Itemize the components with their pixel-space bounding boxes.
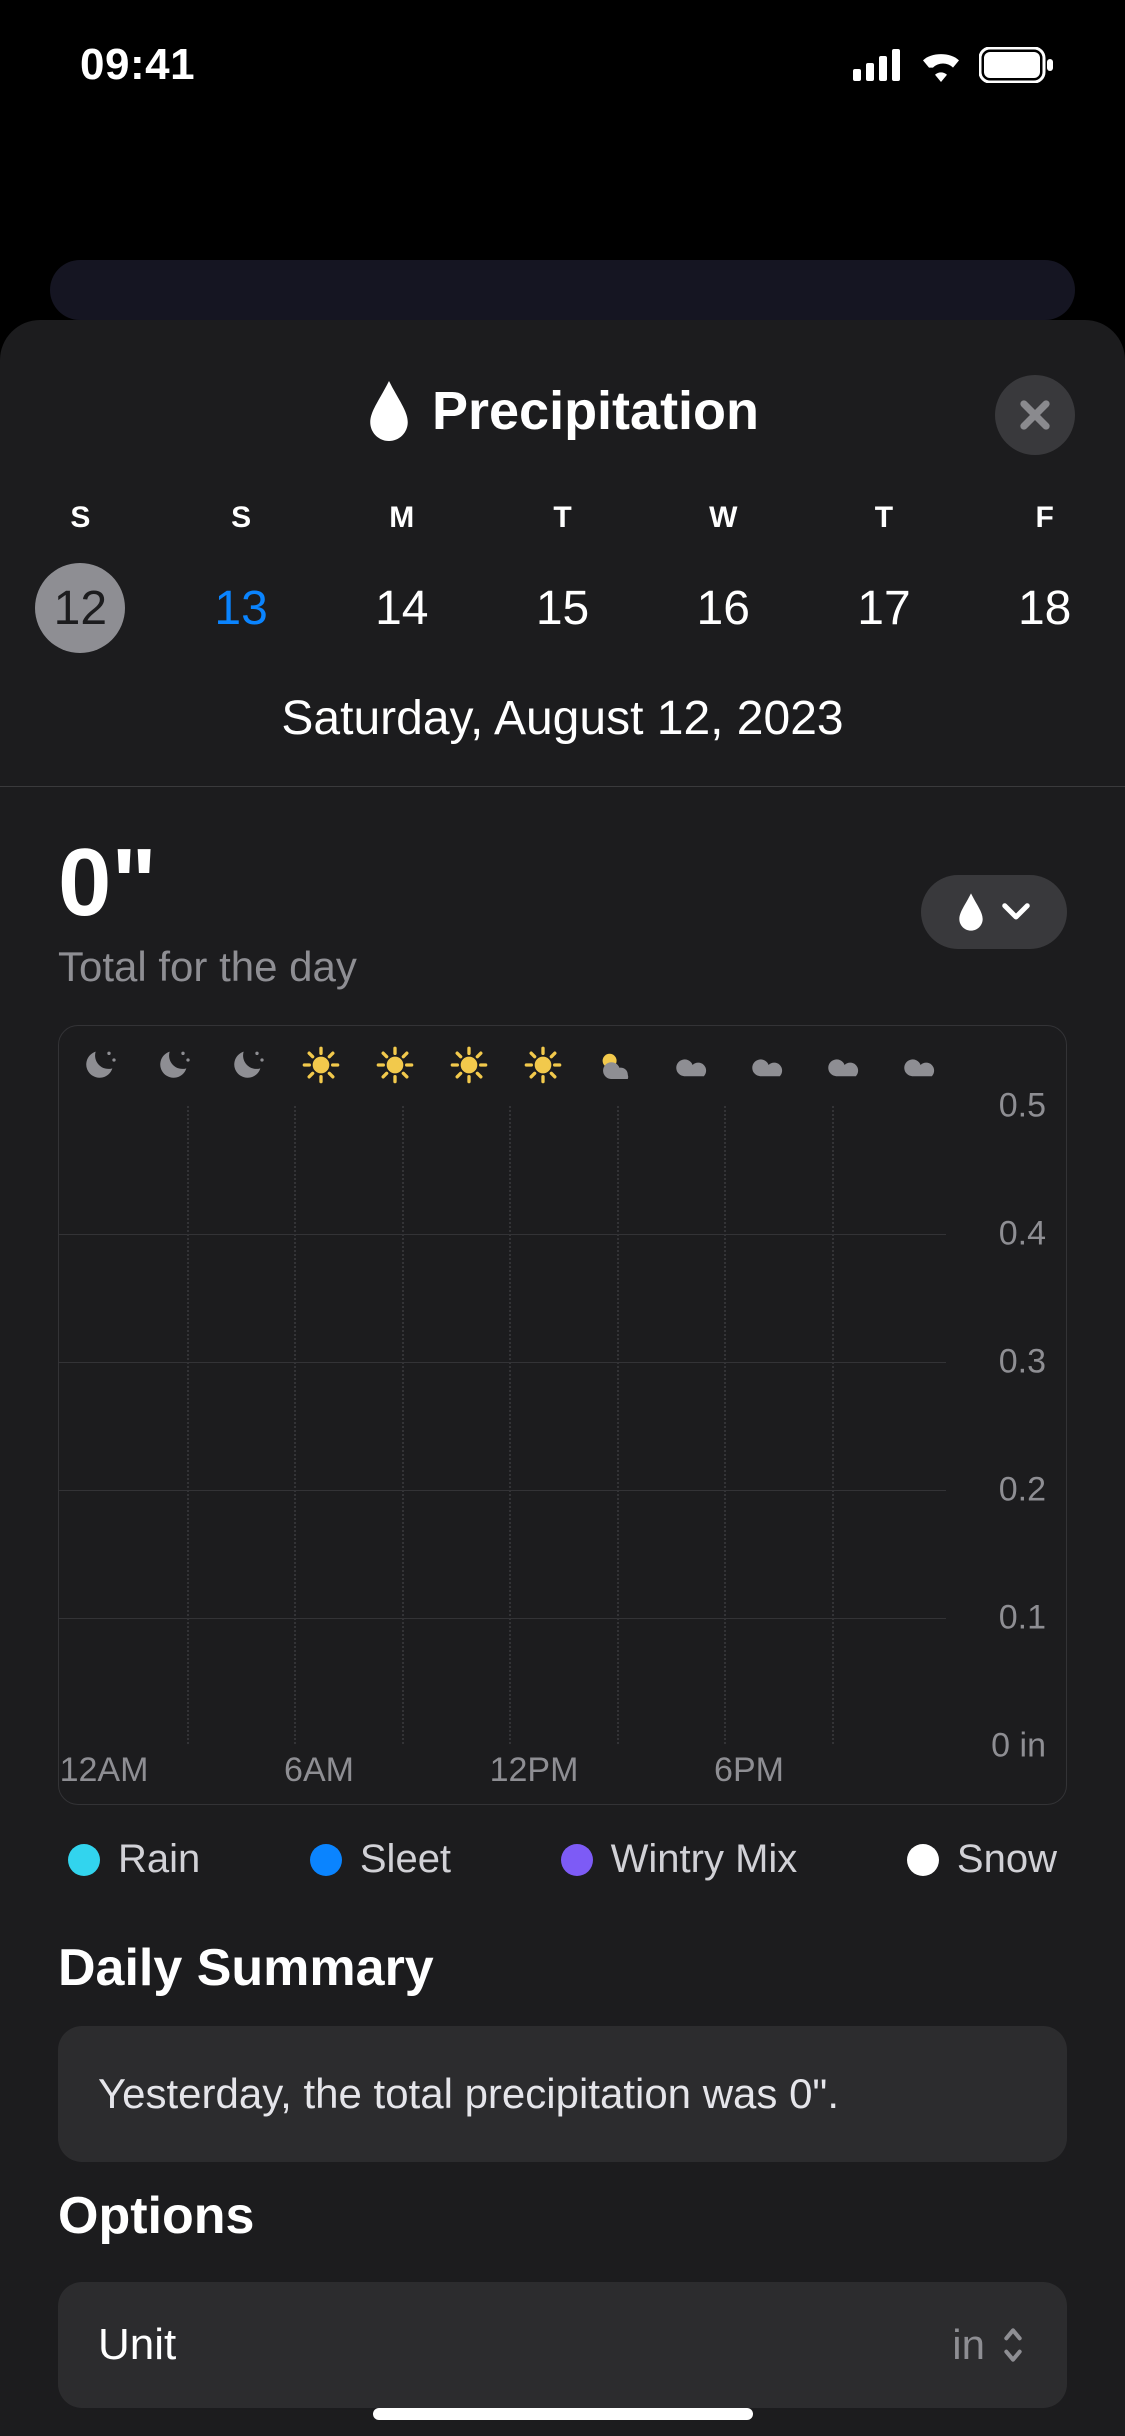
day-number: 12: [35, 563, 125, 653]
cloudy-icon: [825, 1044, 867, 1091]
legend-item-snow: Snow: [907, 1837, 1057, 1882]
day-number: 14: [357, 563, 447, 653]
precipitation-chart[interactable]: 0.5 0.4 0.3 0.2 0.1 0 in 12AM 6AM 12PM 6PM: [58, 1025, 1067, 1805]
options-title: Options: [58, 2162, 1067, 2274]
clear-night-icon: [227, 1045, 267, 1090]
y-tick: 0 in: [991, 1727, 1046, 1766]
drop-icon: [366, 381, 412, 441]
total-subtitle: Total for the day: [58, 943, 357, 991]
sunny-icon: [375, 1045, 415, 1090]
legend-item-sleet: Sleet: [310, 1837, 451, 1882]
unit-value: in: [952, 2321, 985, 2369]
day-letter: S: [70, 501, 90, 535]
day-letter: S: [231, 501, 251, 535]
partly-cloudy-icon: [597, 1044, 639, 1091]
legend-dot: [310, 1844, 342, 1876]
day-16[interactable]: W 16: [643, 501, 804, 653]
legend-label: Wintry Mix: [611, 1837, 798, 1882]
legend-label: Rain: [118, 1837, 200, 1882]
status-time: 09:41: [80, 40, 195, 90]
home-indicator[interactable]: [373, 2408, 753, 2420]
daily-summary-text: Yesterday, the total precipitation was 0…: [98, 2070, 839, 2117]
day-17[interactable]: T 17: [804, 501, 965, 653]
close-icon: [1016, 396, 1054, 434]
page-title: Precipitation: [366, 380, 759, 442]
background-card: [50, 260, 1075, 320]
page-title-text: Precipitation: [432, 380, 759, 442]
day-number: 13: [196, 563, 286, 653]
chevron-down-icon: [1001, 902, 1031, 922]
day-number: 16: [678, 563, 768, 653]
day-number: 15: [518, 563, 608, 653]
legend-dot: [907, 1844, 939, 1876]
cloudy-icon: [901, 1044, 943, 1091]
legend-item-rain: Rain: [68, 1837, 200, 1882]
cloudy-icon: [673, 1044, 715, 1091]
legend-dot: [561, 1844, 593, 1876]
chart-legend: Rain Sleet Wintry Mix Snow: [58, 1805, 1067, 1914]
y-tick: 0.5: [999, 1087, 1046, 1126]
x-tick: 6AM: [284, 1751, 354, 1790]
clear-night-icon: [153, 1045, 193, 1090]
day-letter: W: [709, 501, 737, 535]
y-tick: 0.1: [999, 1599, 1046, 1638]
sunny-icon: [523, 1045, 563, 1090]
day-letter: M: [389, 501, 414, 535]
day-number: 18: [1000, 563, 1090, 653]
day-14[interactable]: M 14: [321, 501, 482, 653]
precipitation-sheet: Precipitation S 12 S 13 M 14 T 15 W 16 T 17 F 18 Satu…: [0, 320, 1125, 2436]
sunny-icon: [449, 1045, 489, 1090]
day-number: 17: [839, 563, 929, 653]
wifi-icon: [917, 48, 965, 82]
day-letter: T: [875, 501, 893, 535]
cloudy-icon: [749, 1044, 791, 1091]
legend-item-wintry-mix: Wintry Mix: [561, 1837, 798, 1882]
y-tick: 0.3: [999, 1343, 1046, 1382]
day-12[interactable]: S 12: [0, 501, 161, 653]
status-icons: [853, 47, 1055, 83]
daily-summary-card: Yesterday, the total precipitation was 0…: [58, 2026, 1067, 2162]
legend-label: Snow: [957, 1837, 1057, 1882]
close-button[interactable]: [995, 375, 1075, 455]
clear-night-icon: [79, 1045, 119, 1090]
updown-icon: [999, 2325, 1027, 2365]
day-picker: S 12 S 13 M 14 T 15 W 16 T 17 F 18: [0, 466, 1125, 663]
status-bar: 09:41: [0, 0, 1125, 130]
sheet-header: Precipitation: [0, 320, 1125, 466]
drop-icon: [957, 893, 985, 931]
precipitation-type-selector[interactable]: [921, 875, 1067, 949]
x-tick: 12AM: [60, 1751, 149, 1790]
date-label: Saturday, August 12, 2023: [0, 663, 1125, 786]
condition-icons: [79, 1044, 943, 1091]
day-18[interactable]: F 18: [964, 501, 1125, 653]
total-value: 0": [58, 835, 357, 931]
unit-option-row[interactable]: Unit in: [58, 2282, 1067, 2408]
battery-icon: [979, 47, 1055, 83]
day-letter: F: [1036, 501, 1054, 535]
legend-dot: [68, 1844, 100, 1876]
cellular-icon: [853, 49, 903, 81]
unit-label: Unit: [98, 2320, 176, 2370]
y-tick: 0.4: [999, 1215, 1046, 1254]
sunny-icon: [301, 1045, 341, 1090]
day-letter: T: [553, 501, 571, 535]
day-15[interactable]: T 15: [482, 501, 643, 653]
legend-label: Sleet: [360, 1837, 451, 1882]
daily-summary-title: Daily Summary: [58, 1914, 1067, 2026]
day-13[interactable]: S 13: [161, 501, 322, 653]
x-tick: 12PM: [490, 1751, 579, 1790]
y-tick: 0.2: [999, 1471, 1046, 1510]
x-tick: 6PM: [714, 1751, 784, 1790]
